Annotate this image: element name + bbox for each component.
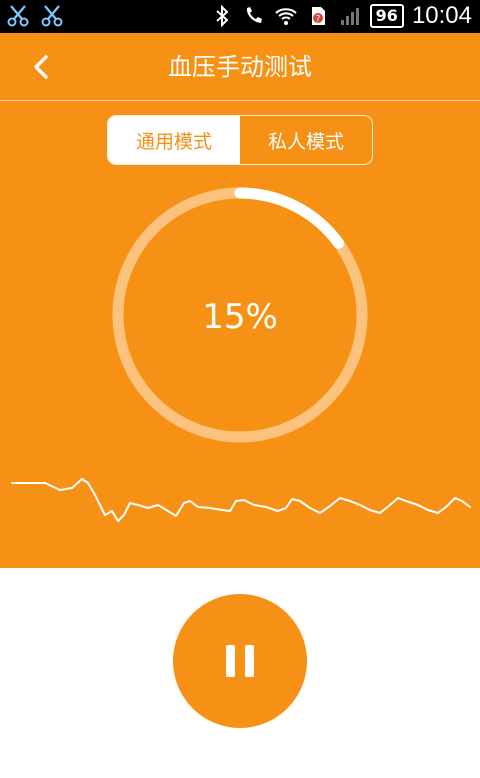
progress-percentage: 15% bbox=[202, 297, 278, 337]
pause-button[interactable] bbox=[173, 594, 307, 728]
screen: ? 96 10:04 血压手动测试 通用模式 私人模式 15% bbox=[0, 0, 480, 778]
scissors-icon bbox=[7, 5, 29, 27]
status-left-icons bbox=[6, 4, 64, 28]
pause-icon-bar bbox=[226, 645, 235, 677]
measurement-panel: 血压手动测试 通用模式 私人模式 15% bbox=[0, 33, 480, 568]
status-time: 10:04 bbox=[411, 2, 472, 29]
phone-icon bbox=[246, 7, 262, 23]
mode-option-general[interactable]: 通用模式 bbox=[108, 116, 240, 164]
pause-icon-bar bbox=[245, 645, 254, 677]
sim-alert-icon: ? bbox=[311, 7, 325, 25]
signal-icon bbox=[340, 8, 359, 25]
mode-toggle: 通用模式 私人模式 bbox=[107, 115, 373, 165]
header-bar: 血压手动测试 bbox=[0, 33, 480, 101]
wifi-icon bbox=[274, 8, 297, 25]
page-title: 血压手动测试 bbox=[168, 53, 312, 81]
status-right-icons: ? 96 10:04 bbox=[210, 3, 472, 29]
scissors-icon bbox=[41, 5, 63, 27]
mode-option-private[interactable]: 私人模式 bbox=[240, 116, 372, 164]
pulse-waveform bbox=[11, 478, 471, 522]
battery-indicator: 96 bbox=[369, 4, 404, 28]
svg-text:?: ? bbox=[315, 15, 320, 25]
status-bar: ? 96 10:04 bbox=[0, 0, 480, 33]
bluetooth-icon bbox=[216, 4, 229, 28]
